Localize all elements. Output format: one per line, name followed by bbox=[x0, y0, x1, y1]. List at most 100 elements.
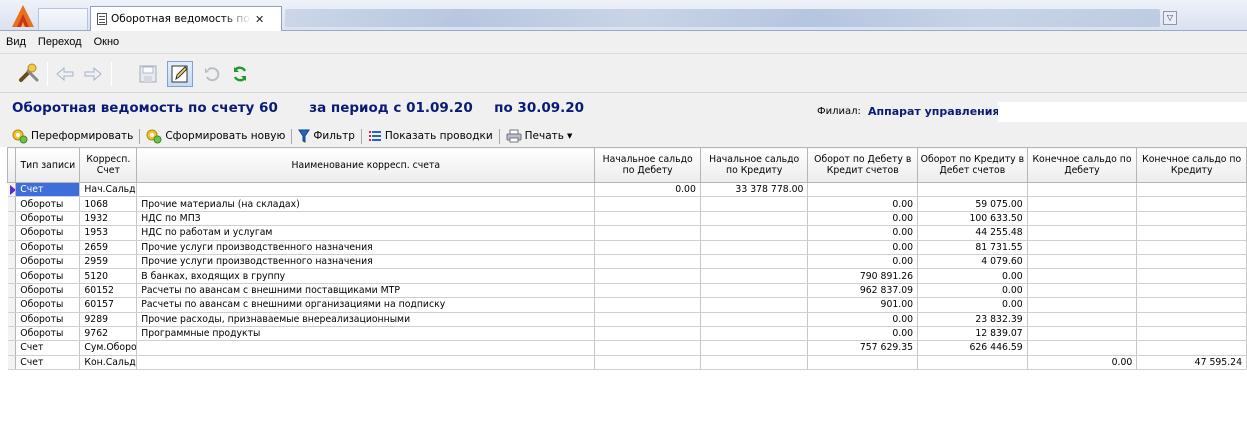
column-header[interactable]: Конечное сальдо по Дебету bbox=[1026, 147, 1138, 183]
table-cell[interactable]: 59 075.00 bbox=[917, 196, 1028, 212]
menu-item-navigate[interactable]: Переход bbox=[38, 36, 82, 48]
table-cell[interactable] bbox=[1027, 254, 1138, 270]
table-cell[interactable] bbox=[594, 355, 701, 371]
column-header[interactable]: Оборот по Дебету в Кредит счетов bbox=[807, 147, 919, 183]
row-indicator[interactable] bbox=[7, 211, 17, 227]
table-cell[interactable] bbox=[700, 326, 809, 342]
row-indicator[interactable] bbox=[7, 283, 17, 299]
table-row[interactable]: Обороты 9289 Прочие расходы, признаваемые … bbox=[7, 312, 1247, 327]
table-cell[interactable] bbox=[1027, 268, 1138, 284]
table-cell[interactable]: 0.00 bbox=[594, 182, 701, 198]
table-cell[interactable]: Обороты bbox=[15, 211, 81, 227]
table-cell[interactable]: 901.00 bbox=[807, 297, 919, 313]
tab-list-dropdown-icon[interactable]: ▽ bbox=[1163, 11, 1177, 25]
table-cell[interactable] bbox=[136, 340, 596, 356]
table-cell[interactable] bbox=[594, 240, 701, 255]
table-row[interactable]: Счет Кон.Сальдо 0.00 47 595.24 bbox=[7, 355, 1247, 371]
table-cell[interactable] bbox=[594, 211, 701, 227]
tab-turnover-statement[interactable]: Оборотная ведомость по ✕ bbox=[90, 6, 282, 31]
table-row[interactable]: Счет Нач.Сальдо 0.00 33 378 778.00 bbox=[7, 182, 1247, 198]
table-cell[interactable] bbox=[594, 340, 701, 356]
back-button[interactable] bbox=[52, 61, 78, 87]
table-cell[interactable]: 626 446.59 bbox=[917, 340, 1028, 356]
table-cell[interactable]: Обороты bbox=[15, 312, 81, 327]
table-cell[interactable]: Расчеты по авансам с внешними поставщика… bbox=[136, 283, 596, 299]
table-cell[interactable]: 100 633.50 bbox=[917, 211, 1028, 227]
table-cell[interactable]: 0.00 bbox=[807, 196, 919, 212]
table-cell[interactable]: 0.00 bbox=[807, 240, 919, 255]
table-cell[interactable] bbox=[1136, 240, 1247, 255]
table-cell[interactable]: 0.00 bbox=[917, 268, 1028, 284]
table-cell[interactable] bbox=[1136, 340, 1247, 356]
table-cell[interactable] bbox=[594, 196, 701, 212]
table-cell[interactable]: НДС по МПЗ bbox=[136, 211, 596, 227]
table-cell[interactable] bbox=[700, 340, 809, 356]
table-cell[interactable] bbox=[700, 268, 809, 284]
table-cell[interactable]: 47 595.24 bbox=[1136, 355, 1247, 371]
row-indicator[interactable] bbox=[7, 254, 17, 270]
table-cell[interactable]: Прочие услуги производственного назначен… bbox=[136, 240, 596, 255]
table-cell[interactable]: 4 079.60 bbox=[917, 254, 1028, 270]
table-cell[interactable]: Сум.Обороты bbox=[79, 340, 138, 356]
table-row[interactable]: Обороты 2659 Прочие услуги производственно… bbox=[7, 240, 1247, 255]
table-cell[interactable] bbox=[700, 312, 809, 327]
table-cell[interactable] bbox=[1027, 196, 1138, 212]
column-header[interactable]: Начальное сальдо по Дебету bbox=[594, 147, 701, 183]
close-icon[interactable]: ✕ bbox=[255, 13, 264, 26]
table-cell[interactable] bbox=[1136, 211, 1247, 227]
table-cell[interactable]: 60157 bbox=[79, 297, 138, 313]
table-cell[interactable]: 0.00 bbox=[807, 312, 919, 327]
table-cell[interactable] bbox=[1027, 211, 1138, 227]
form-new-button[interactable]: Сформировать новую bbox=[146, 128, 285, 144]
table-cell[interactable] bbox=[1136, 182, 1247, 198]
table-cell[interactable] bbox=[136, 355, 596, 371]
table-cell[interactable]: В банках, входящих в группу bbox=[136, 268, 596, 284]
table-cell[interactable] bbox=[1136, 268, 1247, 284]
table-cell[interactable]: 2959 bbox=[79, 254, 138, 270]
table-cell[interactable]: Обороты bbox=[15, 268, 81, 284]
table-cell[interactable] bbox=[700, 254, 809, 270]
table-cell[interactable]: 790 891.26 bbox=[807, 268, 919, 284]
column-header[interactable]: Наименование корресп. счета bbox=[136, 147, 596, 183]
table-cell[interactable]: 1068 bbox=[79, 196, 138, 212]
table-row[interactable]: Обороты 60157 Расчеты по авансам с внешним… bbox=[7, 297, 1247, 313]
table-cell[interactable] bbox=[594, 297, 701, 313]
column-header[interactable]: Конечное сальдо по Кредиту bbox=[1136, 147, 1247, 183]
table-cell[interactable] bbox=[1027, 297, 1138, 313]
table-cell[interactable] bbox=[700, 225, 809, 241]
table-cell[interactable]: Обороты bbox=[15, 196, 81, 212]
table-cell[interactable] bbox=[807, 182, 919, 198]
table-cell[interactable] bbox=[917, 182, 1028, 198]
table-cell[interactable]: Программные продукты bbox=[136, 326, 596, 342]
table-cell[interactable]: 60152 bbox=[79, 283, 138, 299]
table-row[interactable]: Обороты 2959 Прочие услуги производственно… bbox=[7, 254, 1247, 270]
table-cell[interactable] bbox=[1027, 240, 1138, 255]
tools-button[interactable] bbox=[16, 61, 42, 87]
table-cell[interactable]: 0.00 bbox=[807, 211, 919, 227]
print-button[interactable]: Печать ▼ bbox=[506, 129, 572, 143]
table-cell[interactable] bbox=[594, 312, 701, 327]
table-cell[interactable] bbox=[1027, 283, 1138, 299]
table-cell[interactable]: 0.00 bbox=[807, 326, 919, 342]
table-cell[interactable] bbox=[700, 196, 809, 212]
table-row[interactable]: Обороты 1932 НДС по МПЗ 0.00 100 633.50 bbox=[7, 211, 1247, 227]
table-cell[interactable]: Обороты bbox=[15, 225, 81, 241]
table-cell[interactable]: Прочие расходы, признаваемые внереализац… bbox=[136, 312, 596, 327]
table-cell[interactable]: 9289 bbox=[79, 312, 138, 327]
table-cell[interactable] bbox=[700, 211, 809, 227]
column-header[interactable]: Корресп. Счет bbox=[79, 147, 138, 183]
table-cell[interactable] bbox=[1027, 326, 1138, 342]
refresh-button[interactable] bbox=[227, 61, 253, 87]
column-header[interactable]: Оборот по Кредиту в Дебет счетов bbox=[917, 147, 1028, 183]
undo-button[interactable] bbox=[199, 61, 225, 87]
menu-item-window[interactable]: Окно bbox=[94, 36, 120, 48]
table-cell[interactable]: Счет bbox=[15, 355, 81, 371]
table-cell[interactable]: 81 731.55 bbox=[917, 240, 1028, 255]
table-cell[interactable]: 962 837.09 bbox=[807, 283, 919, 299]
table-cell[interactable] bbox=[700, 355, 809, 371]
table-row[interactable]: Обороты 60152 Расчеты по авансам с внешним… bbox=[7, 283, 1247, 299]
table-cell[interactable] bbox=[594, 283, 701, 299]
table-cell[interactable]: НДС по работам и услугам bbox=[136, 225, 596, 241]
row-indicator[interactable] bbox=[7, 225, 17, 241]
row-indicator[interactable] bbox=[7, 182, 17, 198]
